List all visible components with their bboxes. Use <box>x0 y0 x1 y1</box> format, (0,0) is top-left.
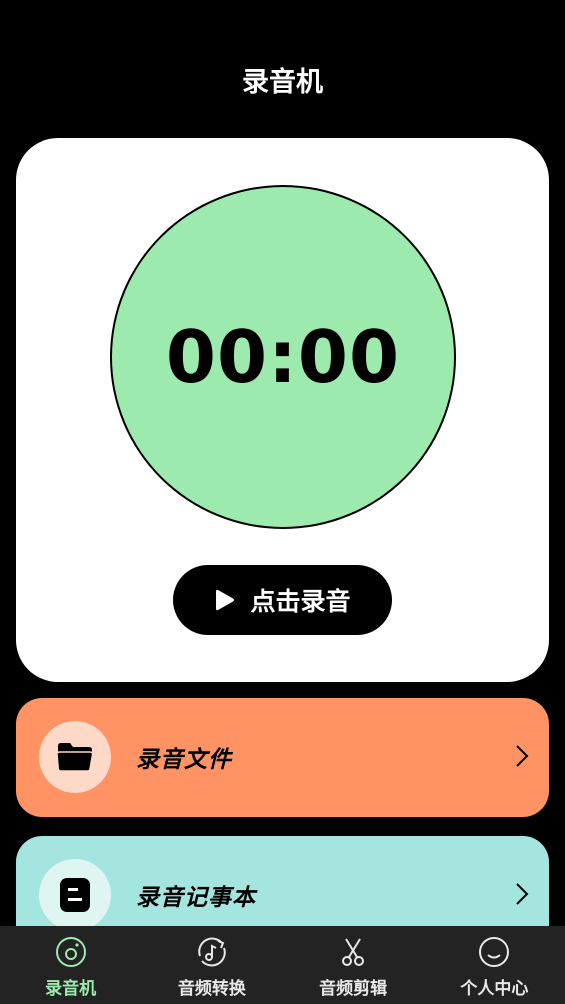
folder-icon <box>56 743 94 772</box>
recording-files-label: 录音文件 <box>136 747 232 773</box>
play-icon <box>216 589 235 611</box>
tab-profile-label: 个人中心 <box>460 979 529 999</box>
page-title: 录音机 <box>242 67 323 98</box>
music-convert-icon <box>198 937 226 967</box>
tab-recorder[interactable]: 录音机 <box>0 926 141 1004</box>
recorder-disc-icon <box>55 937 86 967</box>
recording-notes-label: 录音记事本 <box>136 885 256 911</box>
chevron-right-icon <box>516 883 529 905</box>
tab-audio-convert[interactable]: 音频转换 <box>141 926 282 1004</box>
tab-audio-edit-label: 音频剪辑 <box>319 979 388 999</box>
recording-files-card[interactable]: 录音文件 <box>16 698 549 817</box>
header: 录音机 <box>0 0 565 130</box>
folder-icon-badge <box>39 721 111 793</box>
bottom-tab-bar: 录音机 音频转换 音频剪辑 个人中心 <box>0 926 565 1004</box>
notepad-icon <box>60 878 90 912</box>
tab-recorder-label: 录音机 <box>45 979 97 999</box>
scissors-icon <box>342 938 365 966</box>
record-button-label: 点击录音 <box>250 587 351 616</box>
tab-profile[interactable]: 个人中心 <box>424 926 565 1004</box>
recorder-card: 00:00 点击录音 <box>16 138 549 682</box>
timer-display: 00:00 <box>165 315 401 399</box>
smiley-icon <box>479 937 510 967</box>
chevron-right-icon <box>516 745 529 767</box>
timer-circle: 00:00 <box>110 185 456 529</box>
notepad-icon-badge <box>39 859 111 931</box>
tab-audio-convert-label: 音频转换 <box>177 979 246 999</box>
tab-audio-edit[interactable]: 音频剪辑 <box>283 926 424 1004</box>
record-button[interactable]: 点击录音 <box>173 565 392 635</box>
